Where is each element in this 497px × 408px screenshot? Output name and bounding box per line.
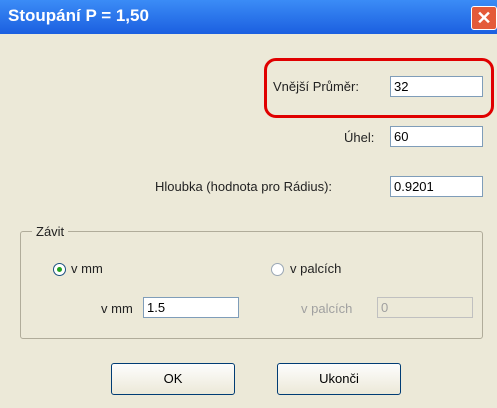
inch-field-label: v palcích — [301, 301, 353, 316]
radio-inch-label: v palcích — [290, 261, 342, 276]
depth-label: Hloubka (hodnota pro Rádius): — [155, 179, 333, 194]
exit-button[interactable]: Ukonči — [277, 363, 401, 395]
angle-input[interactable]: 60 — [390, 126, 483, 147]
outer-diameter-input[interactable]: 32 — [390, 76, 483, 97]
outer-diameter-label: Vnější Průměr: — [273, 79, 359, 94]
radio-mm-label: v mm — [71, 261, 103, 276]
radio-mm[interactable] — [53, 263, 66, 276]
depth-input[interactable]: 0.9201 — [390, 176, 483, 197]
mm-field-label: v mm — [101, 301, 133, 316]
ok-button[interactable]: OK — [111, 363, 235, 395]
thread-groupbox — [20, 231, 483, 339]
window-title: Stoupání P = 1,50 — [8, 6, 149, 25]
title-bar: Stoupání P = 1,50 ✕ — [0, 0, 497, 34]
angle-label: Úhel: — [344, 130, 375, 145]
inch-field-input: 0 — [377, 297, 473, 318]
mm-field-input[interactable]: 1.5 — [143, 297, 239, 318]
thread-group-title: Závit — [32, 224, 69, 239]
radio-inch[interactable] — [271, 263, 284, 276]
close-icon[interactable]: ✕ — [471, 6, 497, 30]
